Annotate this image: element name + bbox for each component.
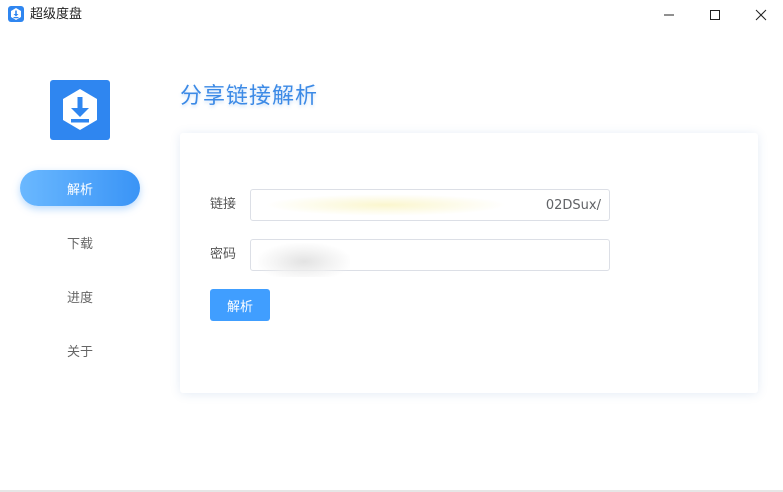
window-title: 超级度盘 [30, 7, 83, 22]
page-title: 分享链接解析 [180, 84, 319, 109]
sidebar-item-parse[interactable]: 解析 [20, 170, 140, 206]
close-button[interactable] [738, 0, 783, 30]
sidebar-item-label: 进度 [66, 290, 93, 306]
download-icon [63, 89, 97, 130]
close-icon [755, 9, 767, 21]
app-logo [50, 80, 110, 140]
sidebar-item-label: 关于 [66, 344, 93, 360]
sidebar-item-download[interactable]: 下载 [20, 224, 140, 260]
sidebar-item-label: 下载 [66, 236, 93, 252]
minimize-icon [664, 14, 674, 16]
maximize-button[interactable] [692, 0, 738, 30]
app-window: 超级度盘 解析 下载 进度 关于 分享链接解析 链接 02DSux/ 密码 解析 [0, 0, 783, 492]
app-download-icon [8, 6, 24, 22]
parse-button[interactable]: 解析 [210, 289, 270, 321]
minimize-button[interactable] [646, 0, 692, 30]
password-input[interactable] [250, 239, 610, 271]
parse-form-card: 链接 密码 解析 [180, 133, 758, 393]
sidebar-item-progress[interactable]: 进度 [20, 278, 140, 314]
sidebar-item-label: 解析 [66, 182, 93, 198]
link-label: 链接 [210, 197, 237, 212]
password-label: 密码 [210, 247, 237, 262]
title-bar[interactable]: 超级度盘 [0, 0, 783, 30]
link-input[interactable] [250, 189, 610, 221]
maximize-icon [710, 10, 720, 20]
sidebar-item-about[interactable]: 关于 [20, 332, 140, 368]
